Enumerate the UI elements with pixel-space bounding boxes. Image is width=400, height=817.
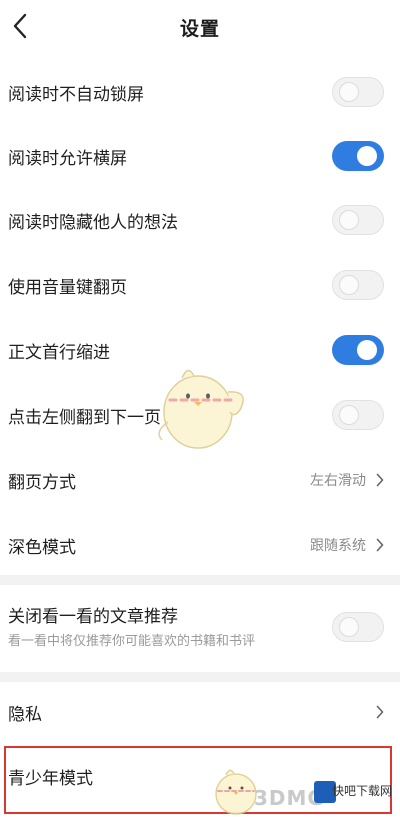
chevron-right-icon [376, 472, 386, 488]
setting-row-dark-mode[interactable]: 深色模式 跟随系统 [0, 525, 400, 565]
section-divider [0, 672, 400, 682]
setting-row-privacy[interactable]: 隐私 [0, 692, 400, 732]
chevron-right-icon [376, 537, 386, 553]
setting-row-close-recommend[interactable]: 关闭看一看的文章推荐 看一看中将仅推荐你可能喜欢的书籍和书评 [0, 596, 400, 656]
setting-label: 关闭看一看的文章推荐 [8, 607, 178, 627]
setting-description: 看一看中将仅推荐你可能喜欢的书籍和书评 [8, 634, 256, 649]
no-auto-lock-toggle[interactable] [332, 77, 384, 107]
mascot-watermark-icon [158, 369, 244, 449]
setting-row-page-turn[interactable]: 翻页方式 左右滑动 [0, 460, 400, 500]
setting-row-no-auto-lock[interactable]: 阅读时不自动锁屏 [0, 72, 400, 112]
toggle-knob [339, 209, 359, 230]
toggle-knob [357, 146, 377, 166]
setting-label: 阅读时不自动锁屏 [8, 84, 144, 105]
chevron-right-icon [376, 704, 386, 720]
watermark-brand: 快吧下载网 [331, 784, 392, 798]
hide-thoughts-toggle[interactable] [332, 205, 384, 235]
setting-label: 正文首行缩进 [8, 342, 110, 363]
toggle-knob [339, 404, 359, 425]
volume-keys-toggle[interactable] [332, 270, 384, 300]
toggle-knob [339, 81, 359, 102]
page-turn-value: 左右滑动 [310, 473, 366, 489]
header-bar: 设置 [0, 0, 400, 56]
setting-label: 深色模式 [8, 537, 76, 558]
toggle-knob [357, 340, 377, 360]
setting-label: 隐私 [8, 704, 42, 725]
first-line-indent-toggle[interactable] [332, 335, 384, 365]
dark-mode-value: 跟随系统 [310, 538, 366, 554]
setting-label: 使用音量键翻页 [8, 277, 127, 298]
allow-landscape-toggle[interactable] [332, 141, 384, 171]
close-recommend-toggle[interactable] [332, 612, 384, 642]
setting-label: 青少年模式 [8, 768, 93, 789]
toggle-knob [339, 616, 359, 637]
setting-row-volume-keys[interactable]: 使用音量键翻页 [0, 265, 400, 305]
setting-row-hide-thoughts[interactable]: 阅读时隐藏他人的想法 [0, 200, 400, 240]
tap-left-next-toggle[interactable] [332, 400, 384, 430]
section-divider [0, 575, 400, 585]
setting-label: 翻页方式 [8, 472, 76, 493]
toggle-knob [339, 274, 359, 295]
page-title: 设置 [179, 18, 220, 40]
setting-label: 阅读时允许横屏 [8, 148, 127, 169]
setting-row-allow-landscape[interactable]: 阅读时允许横屏 [0, 136, 400, 176]
setting-label: 阅读时隐藏他人的想法 [8, 212, 178, 233]
setting-label: 点击左侧翻到下一页 [8, 407, 161, 428]
